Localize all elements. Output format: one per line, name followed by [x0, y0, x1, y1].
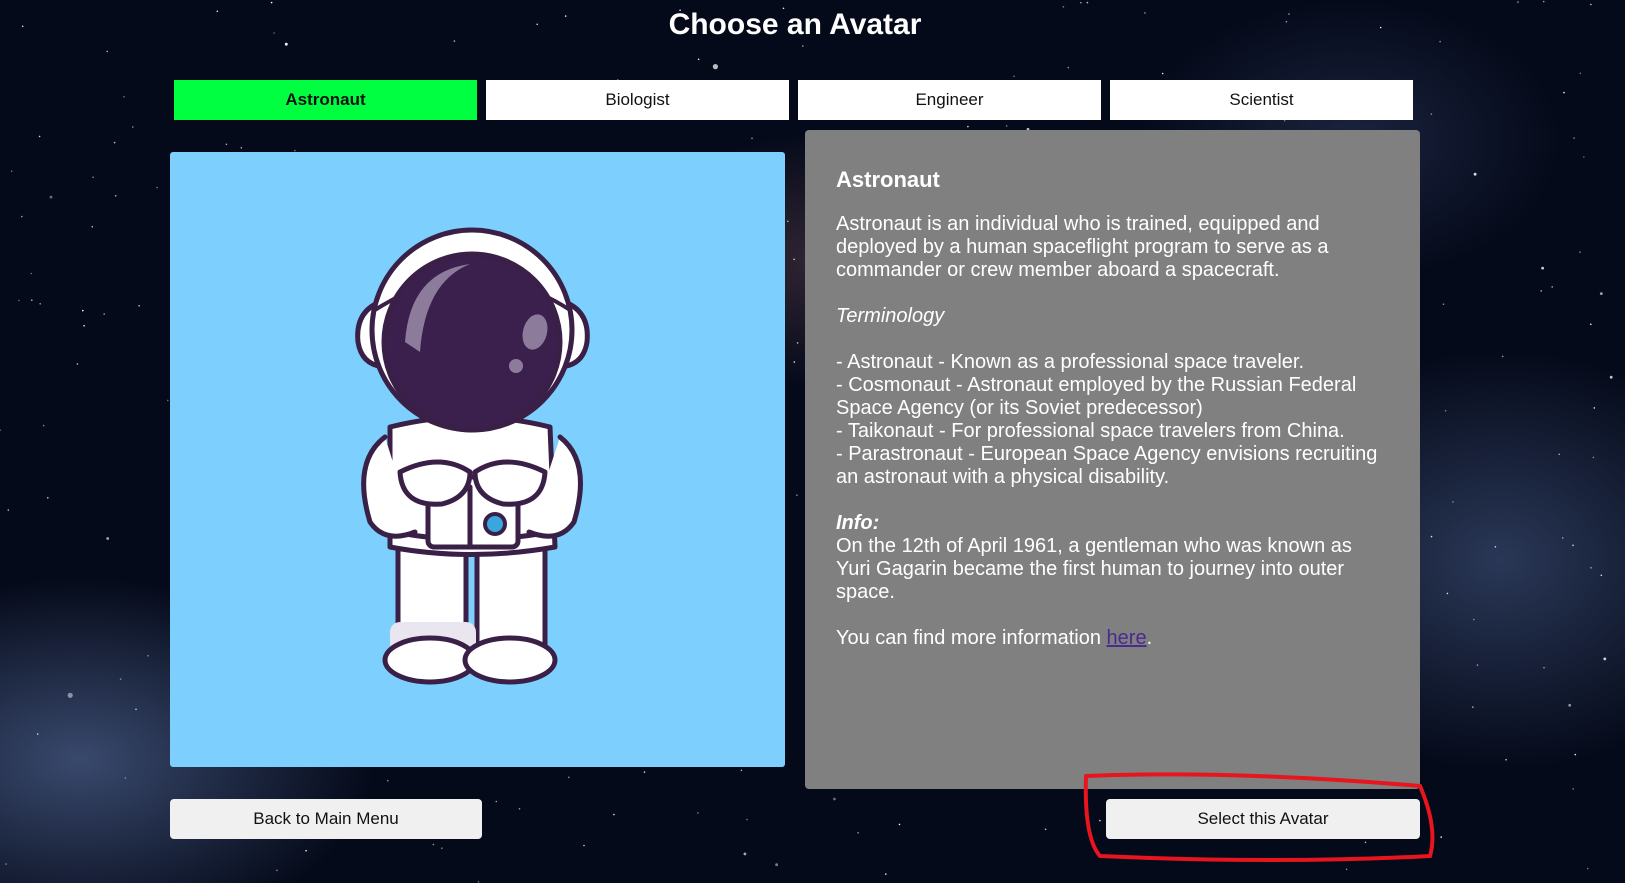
term-item: - Taikonaut - For professional space tra… — [836, 420, 1345, 442]
avatar-info-panel: Astronaut Astronaut is an individual who… — [805, 130, 1420, 789]
terminology-heading: Terminology — [836, 305, 945, 327]
back-to-main-menu-button[interactable]: Back to Main Menu — [170, 799, 482, 839]
avatar-image-panel — [170, 152, 785, 767]
astronaut-illustration — [355, 227, 590, 685]
term-item: - Astronaut - Known as a professional sp… — [836, 351, 1305, 373]
term-item: - Parastronaut - European Space Agency e… — [836, 443, 1378, 488]
more-info-suffix: . — [1146, 627, 1153, 649]
tab-astronaut[interactable]: Astronaut — [174, 80, 477, 120]
info-text: On the 12th of April 1961, a gentleman w… — [836, 535, 1352, 603]
page-title: Choose an Avatar — [668, 8, 922, 41]
red-circle-annotation — [1083, 772, 1435, 862]
more-info-line: You can find more information here. — [836, 627, 1390, 650]
info-heading: Astronaut — [836, 167, 940, 192]
term-item: - Cosmonaut - Astronaut employed by the … — [836, 374, 1357, 419]
more-info-link[interactable]: here — [1107, 627, 1147, 649]
terminology-list: - Astronaut - Known as a professional sp… — [836, 351, 1390, 489]
tab-engineer[interactable]: Engineer — [798, 80, 1101, 120]
info-intro: Astronaut is an individual who is traine… — [836, 213, 1329, 281]
info-subheading: Info: — [836, 512, 880, 534]
more-info-text: You can find more information — [836, 627, 1107, 649]
tab-scientist[interactable]: Scientist — [1110, 80, 1413, 120]
tab-biologist[interactable]: Biologist — [486, 80, 789, 120]
